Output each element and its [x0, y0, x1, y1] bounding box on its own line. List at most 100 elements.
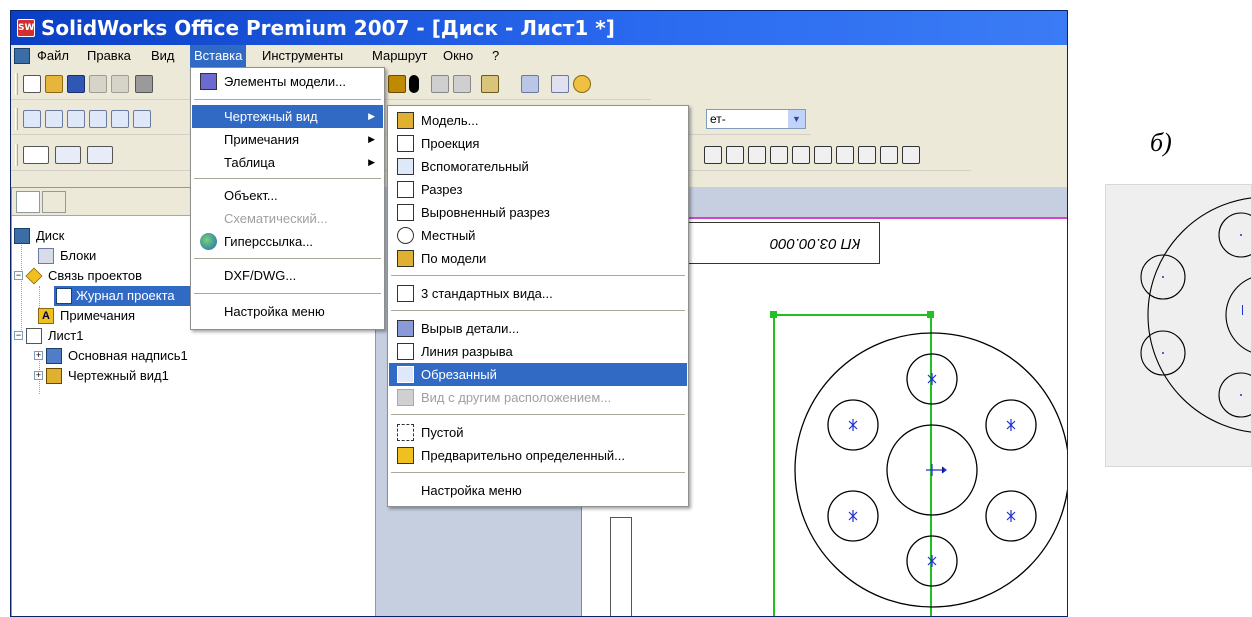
collapse-icon[interactable]: − — [14, 271, 23, 280]
layer-combo[interactable]: ет- ▼ — [706, 109, 806, 129]
menu-tools[interactable]: Инструменты — [258, 45, 347, 67]
menu-item-hyperlink[interactable]: Гиперссылка... — [192, 230, 383, 253]
menu-item-annotations[interactable]: Примечания ▶ — [192, 128, 383, 151]
collapse-icon[interactable]: − — [14, 331, 23, 340]
hole-callout-icon[interactable] — [814, 146, 832, 164]
menu-item-dxf-dwg[interactable]: DXF/DWG... — [192, 264, 383, 287]
detail-icon — [397, 227, 414, 244]
blocks-folder-icon — [38, 248, 54, 264]
menu-item-table[interactable]: Таблица ▶ — [192, 151, 383, 174]
menu-routing[interactable]: Маршрут — [368, 45, 431, 67]
sum-icon[interactable] — [481, 75, 499, 93]
solidworks-window: SW SolidWorks Office Premium 2007 - [Дис… — [10, 10, 1068, 617]
select-filter-icon[interactable] — [521, 75, 539, 93]
note-icon[interactable] — [55, 146, 81, 164]
selection-handle[interactable] — [770, 311, 777, 318]
cut-icon[interactable] — [135, 75, 153, 93]
traffic-light-icon[interactable] — [409, 75, 419, 93]
open-folder-icon[interactable] — [45, 75, 63, 93]
zoom-in-icon[interactable] — [67, 110, 85, 128]
menu-item-schematic: Схематический... — [224, 211, 328, 226]
menu-window[interactable]: Окно — [439, 45, 477, 67]
table-icon[interactable] — [87, 146, 113, 164]
journal-document-icon — [56, 288, 72, 304]
design-binder-icon — [25, 267, 43, 285]
menu-item-projected-view[interactable]: Проекция — [389, 132, 687, 155]
submenu-arrow-icon: ▶ — [368, 157, 375, 167]
menu-help[interactable]: ? — [488, 45, 503, 67]
tree-item-design-journal[interactable]: Журнал проекта — [54, 286, 204, 306]
window-title: SolidWorks Office Premium 2007 - [Диск -… — [41, 16, 615, 40]
help-icon[interactable] — [573, 75, 591, 93]
hatch-icon[interactable] — [880, 146, 898, 164]
zoom-area-icon[interactable] — [45, 110, 63, 128]
menu-item-crop-view[interactable]: Обрезанный — [389, 363, 687, 386]
rotate-icon[interactable] — [133, 110, 151, 128]
properties-icon[interactable] — [453, 75, 471, 93]
menu-insert[interactable]: Вставка — [190, 45, 247, 67]
expand-icon[interactable]: + — [34, 351, 43, 360]
surface-finish-icon[interactable] — [726, 146, 744, 164]
menu-item-broken-out-section[interactable]: Вырыв детали... — [389, 317, 687, 340]
menu-item-object[interactable]: Объект... — [192, 184, 383, 207]
toolbar-grip[interactable] — [15, 73, 18, 95]
zoom-out-icon[interactable] — [89, 110, 107, 128]
standard-views-icon — [397, 285, 414, 302]
chevron-down-icon[interactable]: ▼ — [788, 110, 805, 128]
tab-feature-tree[interactable] — [16, 191, 40, 213]
list-icon[interactable] — [551, 75, 569, 93]
center-mark-icon[interactable] — [858, 146, 876, 164]
menu-item-predefined-view[interactable]: Предварительно определенный... — [389, 444, 687, 467]
selection-handle[interactable] — [927, 311, 934, 318]
menu-view[interactable]: Вид — [147, 45, 179, 67]
model-view-icon — [397, 112, 414, 129]
menu-item-section-view[interactable]: Разрез — [389, 178, 687, 201]
datum-feature-icon[interactable] — [770, 146, 788, 164]
menu-item-aligned-section[interactable]: Выровненный разрез — [389, 201, 687, 224]
insert-menu: Элементы модели... Чертежный вид ▶ Приме… — [190, 67, 385, 330]
document-menu-icon[interactable] — [14, 48, 30, 64]
menu-item-customize-menu[interactable]: Настройка меню — [192, 300, 383, 323]
block-icon[interactable] — [902, 146, 920, 164]
zoom-selection-icon[interactable] — [111, 110, 129, 128]
print-preview-icon[interactable] — [89, 75, 107, 93]
menu-file[interactable]: Файл — [33, 45, 73, 67]
model-items-icon — [200, 73, 217, 90]
aligned-section-icon — [397, 204, 414, 221]
smart-dimension-icon[interactable] — [23, 146, 49, 164]
submenu-arrow-icon: ▶ — [368, 111, 375, 121]
weld-symbol-icon[interactable] — [704, 146, 722, 164]
print-icon[interactable] — [111, 75, 129, 93]
zoom-to-fit-icon[interactable] — [23, 110, 41, 128]
layer-combo-value: ет- — [710, 112, 726, 126]
menu-item-break-line[interactable]: Линия разрыва — [389, 340, 687, 363]
rebuild-icon[interactable] — [388, 75, 406, 93]
menu-item-relative-view[interactable]: По модели — [389, 247, 687, 270]
menu-item-customize-menu[interactable]: Настройка меню — [389, 479, 687, 502]
save-icon[interactable] — [67, 75, 85, 93]
tab-properties[interactable] — [42, 191, 66, 213]
new-file-icon[interactable] — [23, 75, 41, 93]
menu-item-model-view[interactable]: Модель... — [389, 109, 687, 132]
toolbar-grip[interactable] — [15, 108, 18, 130]
menu-item-detail-view[interactable]: Местный — [389, 224, 687, 247]
toolbar-grip[interactable] — [15, 144, 18, 166]
disk-center-hole — [1225, 277, 1251, 353]
menu-item-empty-view[interactable]: Пустой — [389, 421, 687, 444]
balloon-icon[interactable] — [836, 146, 854, 164]
view-selection-box[interactable] — [773, 314, 932, 617]
solidworks-app-icon[interactable]: SW — [17, 19, 35, 37]
options-icon[interactable] — [431, 75, 449, 93]
menu-item-auxiliary-view[interactable]: Вспомогательный — [389, 155, 687, 178]
title-bar[interactable]: SW SolidWorks Office Premium 2007 - [Дис… — [11, 11, 1067, 45]
menu-edit[interactable]: Правка — [83, 45, 135, 67]
section-icon — [397, 181, 414, 198]
expand-icon[interactable]: + — [34, 371, 43, 380]
geometric-tolerance-icon[interactable] — [748, 146, 766, 164]
menu-item-standard-3-view[interactable]: 3 стандартных вида... — [389, 282, 687, 305]
menu-item-drawing-view[interactable]: Чертежный вид ▶ — [192, 105, 383, 128]
datum-target-icon[interactable] — [792, 146, 810, 164]
crop-icon — [397, 366, 414, 383]
auxiliary-icon — [397, 158, 414, 175]
menu-item-model-items[interactable]: Элементы модели... — [192, 70, 383, 93]
